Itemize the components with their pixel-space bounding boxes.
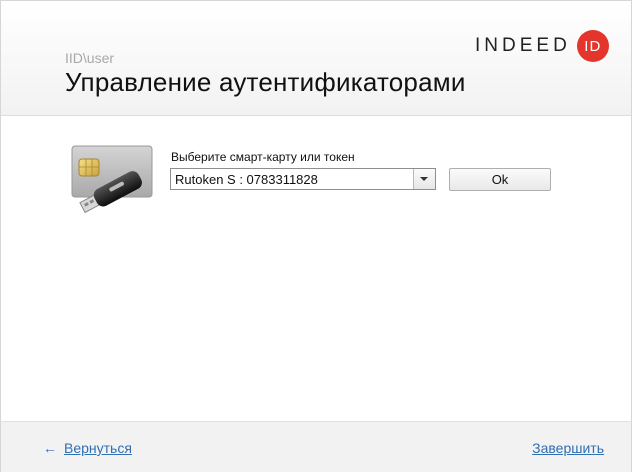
- logo-text: INDEED: [475, 35, 571, 56]
- logo-badge: ID: [576, 30, 609, 62]
- select-label: Выберите смарт-карту или токен: [171, 150, 355, 164]
- token-select[interactable]: Rutoken S : 0783311828: [170, 168, 436, 190]
- wizard-window: IID\user Управление аутентификаторами IN…: [0, 0, 632, 472]
- token-select-value: Rutoken S : 0783311828: [175, 172, 318, 187]
- footer: ← Вернуться Завершить: [1, 421, 631, 472]
- arrow-left-icon: ←: [43, 440, 57, 456]
- ok-button[interactable]: Ok: [449, 168, 551, 191]
- header: IID\user Управление аутентификаторами IN…: [1, 1, 631, 116]
- back-link-label: Вернуться: [64, 440, 132, 456]
- indeed-logo: INDEED ID: [475, 29, 609, 63]
- back-link[interactable]: ← Вернуться: [43, 440, 132, 456]
- user-path: IID\user: [65, 50, 115, 66]
- chevron-down-icon[interactable]: [413, 169, 435, 189]
- smartcard-usb-token-icon: [71, 145, 153, 219]
- page-title: Управление аутентификаторами: [65, 67, 466, 97]
- finish-link[interactable]: Завершить: [532, 440, 604, 456]
